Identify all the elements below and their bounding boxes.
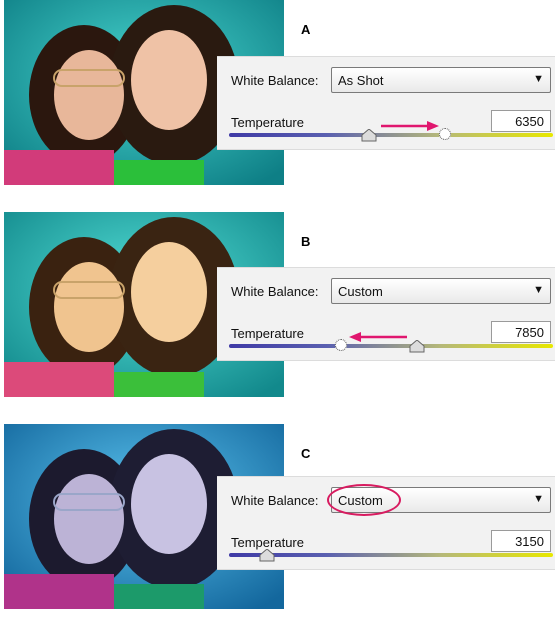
slider-track [229, 553, 553, 557]
highlight-ellipse [327, 484, 401, 516]
dropdown-arrow-icon: ▼ [533, 284, 544, 296]
white-balance-label: White Balance: [231, 73, 319, 88]
panel-letter: A [301, 22, 311, 37]
drag-arrow-icon [381, 121, 439, 131]
panel-letter: B [301, 234, 311, 249]
drag-arrow-icon [349, 332, 407, 342]
example-c: C White Balance: Custom ▼ Temperature 31… [0, 424, 555, 624]
white-balance-value: Custom [338, 284, 383, 299]
temperature-label: Temperature [231, 326, 304, 341]
example-a: A White Balance: As Shot ▼ Temperature 6… [0, 0, 555, 200]
temperature-label: Temperature [231, 115, 304, 130]
temperature-field[interactable]: 7850 [491, 321, 551, 343]
temperature-slider[interactable] [229, 121, 553, 144]
dropdown-arrow-icon: ▼ [533, 493, 544, 505]
slider-target-position [335, 339, 347, 351]
slider-track [229, 133, 553, 137]
white-balance-dropdown[interactable]: As Shot ▼ [331, 67, 551, 93]
temperature-slider[interactable] [229, 549, 553, 564]
temperature-label: Temperature [231, 535, 304, 550]
temperature-slider[interactable] [229, 332, 553, 355]
panel-letter: C [301, 446, 311, 461]
white-balance-value: As Shot [338, 73, 384, 88]
temperature-field[interactable]: 3150 [491, 530, 551, 552]
example-b: B White Balance: Custom ▼ Temperature 78… [0, 212, 555, 412]
white-balance-label: White Balance: [231, 284, 319, 299]
temperature-field[interactable]: 6350 [491, 110, 551, 132]
white-balance-dropdown[interactable]: Custom ▼ [331, 278, 551, 304]
dropdown-arrow-icon: ▼ [533, 73, 544, 85]
slider-track [229, 344, 553, 348]
white-balance-label: White Balance: [231, 493, 319, 508]
slider-target-position [439, 128, 451, 140]
